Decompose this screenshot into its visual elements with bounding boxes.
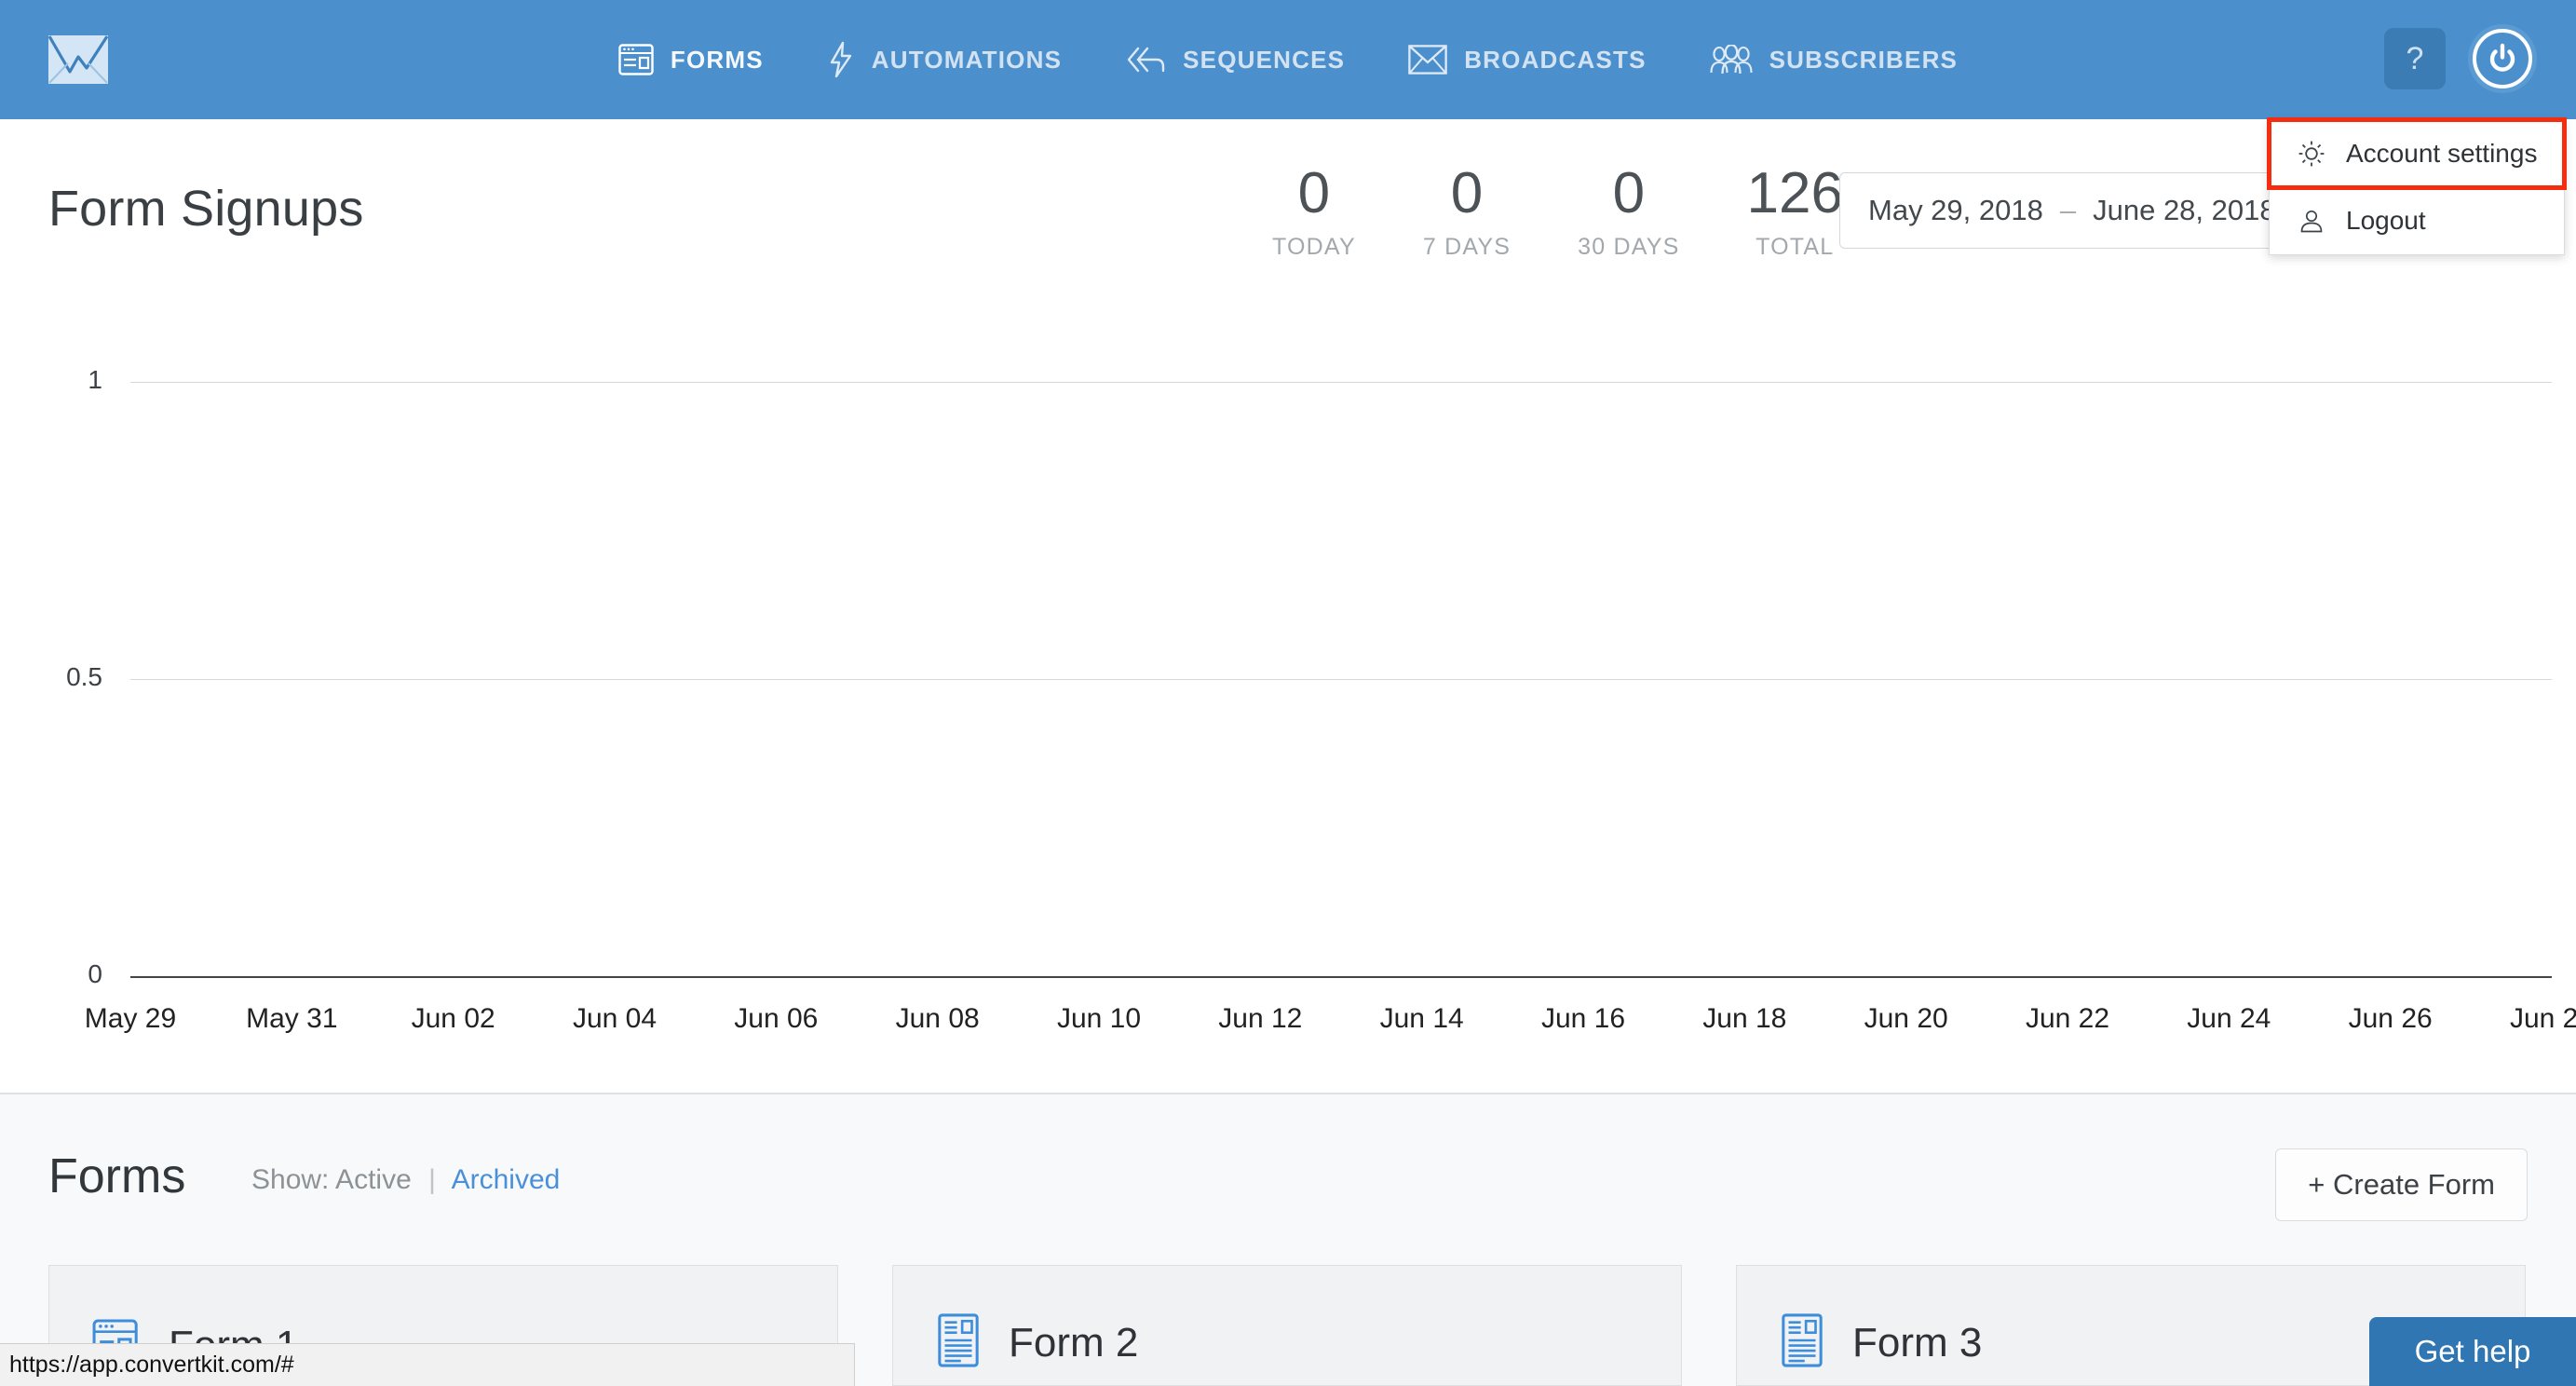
chart-x-tick-label: Jun 08 <box>895 1003 980 1034</box>
menu-label-logout: Logout <box>2346 206 2426 235</box>
gear-icon <box>2296 140 2327 168</box>
envelope-icon <box>1408 45 1447 75</box>
chart-gridline <box>130 679 2552 680</box>
chart-x-tick-label: Jun 10 <box>1056 1003 1142 1034</box>
nav-label-sequences: SEQUENCES <box>1183 45 1346 74</box>
nav-item-forms[interactable]: FORMS <box>587 0 795 119</box>
chart-x-tick-label: Jun 18 <box>1702 1003 1787 1034</box>
top-navigation-bar: FORMS AUTOMATIONS SEQUENCES BROADCASTS S… <box>0 0 2576 119</box>
people-group-icon <box>1710 45 1753 75</box>
chart-y-tick-label: 0.5 <box>66 662 102 691</box>
chart-x-tick-label: Jun 28 <box>2509 1003 2576 1034</box>
chart-x-tick-label: May 31 <box>246 1003 338 1034</box>
chart-y-tick-label: 1 <box>88 365 102 394</box>
menu-label-account-settings: Account settings <box>2346 139 2538 168</box>
nav-label-forms: FORMS <box>670 45 764 74</box>
landing-page-icon <box>1780 1313 1824 1372</box>
forms-filter-separator: | <box>428 1164 436 1195</box>
question-mark-icon: ? <box>2406 40 2424 76</box>
chart-x-tick-label: Jun 20 <box>1864 1003 1948 1034</box>
forms-heading: Forms <box>48 1149 186 1203</box>
get-help-label: Get help <box>2414 1334 2531 1368</box>
chart-x-tick-label: Jun 06 <box>734 1003 819 1034</box>
account-dropdown-menu: Account settings Logout <box>2267 117 2567 255</box>
create-form-label: + Create Form <box>2308 1168 2495 1201</box>
person-icon <box>2296 208 2327 234</box>
chart-x-tick-label: Jun 02 <box>411 1003 495 1034</box>
menu-item-logout[interactable]: Logout <box>2270 187 2564 254</box>
forms-filter: Show: Active | Archived <box>251 1164 560 1196</box>
nav-label-broadcasts: BROADCASTS <box>1464 45 1647 74</box>
forms-filter-active[interactable]: Show: Active <box>251 1164 412 1195</box>
forms-filter-archived[interactable]: Archived <box>452 1164 561 1195</box>
lightning-bolt-icon <box>827 41 855 78</box>
nav-label-automations: AUTOMATIONS <box>871 45 1063 74</box>
help-button[interactable]: ? <box>2384 28 2446 89</box>
get-help-button[interactable]: Get help <box>2369 1317 2576 1386</box>
chart-y-tick-label: 0 <box>88 959 102 988</box>
primary-nav: FORMS AUTOMATIONS SEQUENCES BROADCASTS S… <box>0 0 2576 119</box>
nav-item-broadcasts[interactable]: BROADCASTS <box>1376 0 1677 119</box>
double-back-arrow-icon <box>1125 45 1166 75</box>
browser-status-url: https://app.convertkit.com/# <box>0 1343 855 1386</box>
nav-item-automations[interactable]: AUTOMATIONS <box>795 0 1093 119</box>
chart-axis-baseline <box>130 976 2552 978</box>
landing-page-icon <box>936 1313 981 1372</box>
nav-label-subscribers: SUBSCRIBERS <box>1769 45 1959 74</box>
form-card-title: Form 3 <box>1852 1319 1983 1366</box>
chart-x-tick-label: Jun 12 <box>1218 1003 1303 1034</box>
signups-chart: 0 0.5 1 May 29 May 31 Jun 02 Jun 04 Jun 06 Jun 0… <box>0 119 2576 1093</box>
account-power-button[interactable] <box>2468 24 2537 93</box>
form-card[interactable]: Form 2 <box>892 1265 1682 1386</box>
chart-x-tick-label: Jun 22 <box>2025 1003 2110 1034</box>
nav-item-subscribers[interactable]: SUBSCRIBERS <box>1678 0 1989 119</box>
menu-item-account-settings[interactable]: Account settings <box>2267 117 2567 190</box>
chart-x-tick-label: May 29 <box>84 1003 177 1034</box>
chart-x-tick-label: Jun 04 <box>572 1003 658 1034</box>
chart-x-tick-label: Jun 16 <box>1540 1003 1626 1034</box>
chart-x-tick-label: Jun 14 <box>1379 1003 1464 1034</box>
chart-gridline <box>130 382 2552 383</box>
form-window-icon <box>618 44 654 75</box>
create-form-button[interactable]: + Create Form <box>2275 1148 2528 1221</box>
power-icon <box>2489 43 2515 72</box>
form-card-title: Form 2 <box>1009 1319 1139 1366</box>
chart-x-tick-label: Jun 24 <box>2187 1003 2271 1034</box>
nav-item-sequences[interactable]: SEQUENCES <box>1093 0 1376 119</box>
chart-x-tick-label: Jun 26 <box>2348 1003 2433 1034</box>
